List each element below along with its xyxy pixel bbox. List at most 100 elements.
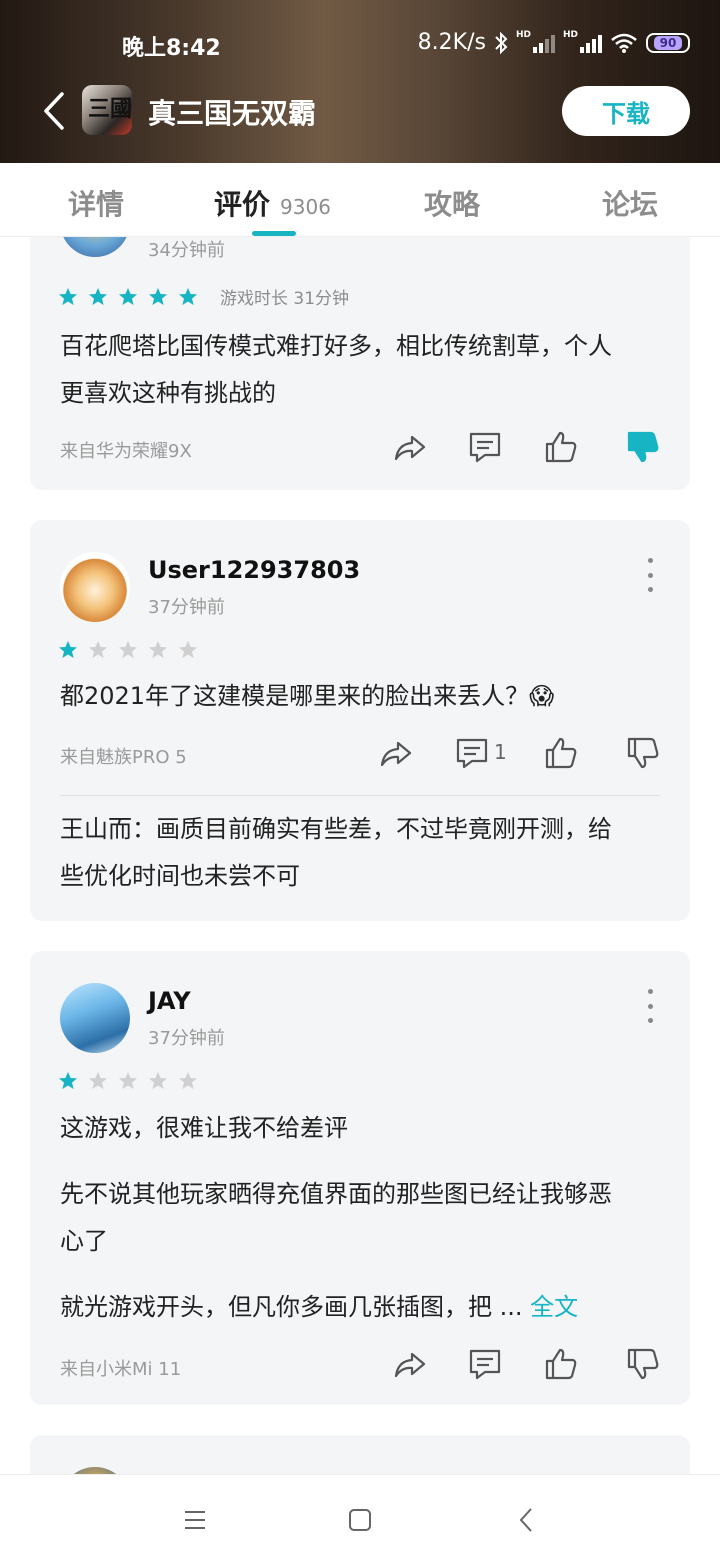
device-source: 来自魅族PRO 5 (60, 747, 187, 768)
dislike-button[interactable] (625, 1346, 661, 1382)
star-icon (59, 287, 77, 305)
comment-count: 1 (494, 740, 507, 764)
like-button[interactable] (543, 1346, 579, 1382)
review-line: 就光游戏开头，但凡你多画几张插图，把 ... 全文 (60, 1284, 660, 1331)
back-button[interactable] (38, 90, 74, 132)
tab-reviews[interactable]: 评价 9306 (214, 183, 331, 223)
tab-forum-label: 论坛 (602, 188, 659, 221)
avatar[interactable] (60, 552, 130, 622)
review-line: 更喜欢这种有挑战的 (60, 379, 276, 407)
tab-details-label: 详情 (68, 188, 125, 221)
download-button[interactable]: 下载 (562, 86, 690, 136)
star-icon (149, 287, 167, 305)
star-icon (179, 641, 197, 658)
review-text: 都2021年了这建模是哪里来的脸出来丢人？😱 (60, 673, 660, 720)
device-source: 来自小米Mi 11 (60, 1359, 182, 1380)
star-icon (59, 1072, 77, 1089)
review-line: 百花爬塔比国传模式难打好多，相比传统割草，个人 (60, 332, 612, 360)
review-list[interactable]: 34分钟前 游戏时长 31分钟 百花爬塔比国传模式难打好多，相比传统割草，个人 … (0, 237, 720, 1474)
star-icon (149, 641, 167, 658)
more-options-button[interactable] (642, 558, 658, 592)
dislike-button[interactable] (625, 735, 661, 771)
divider (60, 795, 660, 796)
home-square-icon[interactable] (345, 1505, 375, 1535)
review-card (30, 1435, 690, 1474)
like-button[interactable] (543, 735, 579, 771)
review-line: 都2021年了这建模是哪里来的脸出来丢人？😱 (60, 682, 555, 710)
star-rating: 游戏时长 31分钟 (58, 284, 349, 309)
comment-button[interactable] (454, 735, 490, 771)
review-line-text: 就光游戏开头，但凡你多画几张插图，把 ... (60, 1293, 531, 1321)
game-title: 真三国无双霸 (148, 97, 317, 130)
share-button[interactable] (392, 1346, 428, 1382)
review-line: 先不说其他玩家晒得充值界面的那些图已经让我够恶 (60, 1180, 612, 1208)
star-icon (119, 1072, 137, 1089)
battery-icon: 90 (646, 32, 690, 53)
reply-preview[interactable]: 王山而：画质目前确实有些差，不过毕竟刚开测，给 些优化时间也未尝不可 (60, 806, 660, 900)
star-icon (119, 287, 137, 305)
star-icon (179, 287, 197, 305)
comment-button[interactable] (467, 429, 503, 465)
share-button[interactable] (392, 429, 428, 465)
tab-details[interactable]: 详情 (68, 183, 124, 223)
avatar[interactable] (60, 237, 130, 257)
star-rating (58, 1071, 198, 1091)
play-time: 游戏时长 31分钟 (220, 289, 350, 309)
share-icon (380, 741, 412, 767)
review-card: JAY 37分钟前 这游戏，很难让我不给差评 先不说其他玩家晒得充值界面的那些图… (30, 951, 690, 1405)
comment-icon (469, 1349, 501, 1380)
more-options-button[interactable] (642, 989, 658, 1023)
tab-reviews-label: 评价 (214, 188, 271, 221)
review-text: 这游戏，很难让我不给差评 先不说其他玩家晒得充值界面的那些图已经让我够恶 心了 … (60, 1105, 660, 1331)
review-count: 9306 (280, 195, 331, 219)
full-text-link[interactable]: 全文 (530, 1293, 578, 1321)
tab-guides[interactable]: 攻略 (424, 183, 480, 223)
status-icons: 8.2K/s HD HD 90 (418, 30, 690, 55)
star-icon (119, 641, 137, 658)
tab-forum[interactable]: 论坛 (602, 183, 658, 223)
review-text: 百花爬塔比国传模式难打好多，相比传统割草，个人 更喜欢这种有挑战的 (60, 323, 660, 417)
device-source: 来自华为荣耀9X (60, 441, 192, 462)
avatar[interactable] (60, 1467, 130, 1474)
menu-icon[interactable] (180, 1505, 210, 1535)
like-button[interactable] (543, 429, 579, 465)
tab-bar: 详情 评价 9306 攻略 论坛 (0, 163, 720, 237)
avatar[interactable] (60, 983, 130, 1053)
hd-label-1: HD (515, 29, 531, 40)
star-icon (149, 1072, 167, 1089)
share-icon (394, 435, 426, 461)
comment-button[interactable] (467, 1346, 503, 1382)
star-icon (89, 1072, 107, 1089)
username[interactable]: User122937803 (148, 556, 360, 584)
comment-icon (469, 432, 501, 463)
reply-line: 些优化时间也未尝不可 (60, 862, 300, 890)
signal-2-icon (580, 33, 602, 53)
app-header: 晚上8:42 8.2K/s HD HD 90 三國 真三国无双霸 下载 (0, 0, 720, 163)
bluetooth-icon (495, 31, 508, 54)
review-card: 34分钟前 游戏时长 31分钟 百花爬塔比国传模式难打好多，相比传统割草，个人 … (30, 237, 690, 490)
back-arrow-icon (44, 92, 64, 130)
wifi-icon (611, 33, 637, 53)
star-rating (58, 640, 198, 660)
star-icon (89, 641, 107, 658)
star-icon (89, 287, 107, 305)
status-time: 晚上8:42 (122, 36, 221, 61)
username[interactable]: JAY (148, 987, 191, 1015)
hd-label-2: HD (562, 29, 578, 40)
thumbs-up-icon (545, 431, 577, 463)
dislike-button[interactable] (625, 429, 661, 465)
system-nav-bar (0, 1474, 720, 1560)
reply-line: 王山而：画质目前确实有些差，不过毕竟刚开测，给 (60, 815, 612, 843)
nav-back-icon[interactable] (512, 1505, 542, 1535)
thumbs-down-icon (627, 431, 659, 463)
thumbs-down-icon (627, 737, 659, 769)
battery-level: 90 (653, 35, 683, 50)
review-time: 37分钟前 (148, 1028, 225, 1049)
share-button[interactable] (378, 735, 414, 771)
game-icon: 三國 (82, 85, 132, 135)
status-bar: 晚上8:42 8.2K/s HD HD 90 (0, 28, 720, 61)
tab-guides-label: 攻略 (424, 188, 481, 221)
thumbs-up-icon (545, 737, 577, 769)
review-time: 37分钟前 (148, 597, 225, 618)
app-bar: 三國 真三国无双霸 下载 (0, 80, 720, 142)
